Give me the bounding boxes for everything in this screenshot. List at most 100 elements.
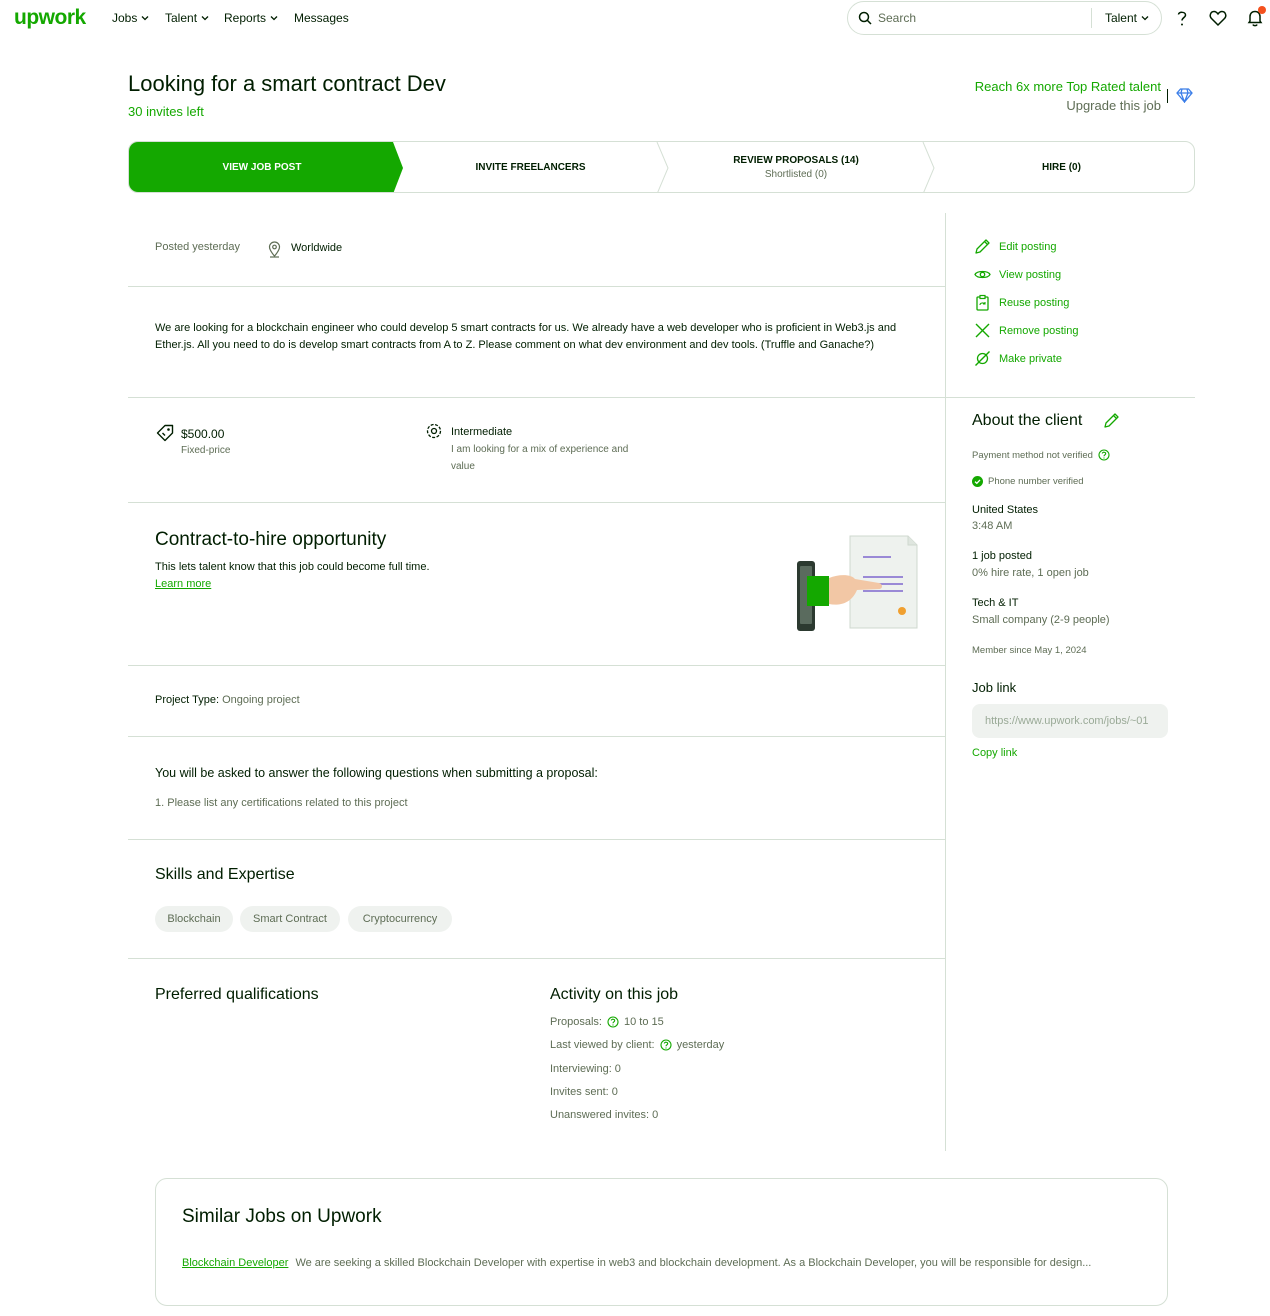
edit-posting-label: Edit posting (999, 240, 1057, 253)
job-link-title: Job link (972, 680, 1017, 695)
upwork-logo[interactable]: upwork (14, 6, 86, 30)
cth-title: Contract-to-hire opportunity (155, 529, 387, 550)
search-bar[interactable]: Search Talent (847, 1, 1162, 35)
search-type-select[interactable]: Talent (1092, 11, 1161, 25)
x-icon (975, 323, 990, 338)
column-divider (945, 213, 946, 1151)
edit-posting-link[interactable]: Edit posting (974, 238, 1056, 255)
activity-last-viewed: Last viewed by client: yesterday (550, 1039, 724, 1051)
skill-chip[interactable]: Cryptocurrency (348, 906, 452, 932)
job-steps-bar: VIEW JOB POST INVITE FREELANCERS REVIEW … (128, 141, 1195, 193)
help-circle-icon[interactable] (607, 1016, 619, 1028)
client-time: 3:48 AM (972, 520, 1013, 532)
view-posting-label: View posting (999, 268, 1062, 281)
nav-reports-label: Reports (224, 11, 267, 25)
activity-last-viewed-value: yesterday (676, 1039, 725, 1051)
upgrade-job-link[interactable]: Upgrade this job (1066, 98, 1161, 113)
similar-jobs-card: Similar Jobs on Upwork Blockchain Develo… (155, 1178, 1168, 1306)
make-private-label: Make private (999, 352, 1062, 365)
diamond-icon (1176, 88, 1193, 103)
experience-level-desc-2: value (451, 461, 475, 472)
nav-reports[interactable]: Reports (224, 11, 278, 25)
job-location: Worldwide (291, 242, 343, 254)
heart-icon[interactable] (1208, 8, 1228, 28)
section-divider (128, 502, 945, 503)
step-review-proposals[interactable]: REVIEW PROPOSALS (14) Shortlisted (0) (663, 142, 929, 192)
remove-posting-link[interactable]: Remove posting (974, 322, 1079, 339)
upsell-link[interactable]: Reach 6x more Top Rated talent (975, 79, 1161, 94)
upsell-divider (1167, 89, 1168, 103)
chevron-down-icon (270, 16, 278, 21)
reuse-icon (976, 294, 989, 311)
client-member-since: Member since May 1, 2024 (972, 645, 1087, 656)
chevron-down-icon (201, 16, 209, 21)
nav-jobs-label: Jobs (112, 11, 138, 25)
search-icon (858, 11, 872, 25)
step-review-proposals-sub: Shortlisted (0) (764, 169, 828, 180)
help-icon[interactable] (1172, 8, 1192, 28)
view-posting-link[interactable]: View posting (974, 266, 1061, 283)
nav-talent-label: Talent (165, 11, 198, 25)
similar-job-text: We are seeking a skilled Blockchain Deve… (295, 1257, 1092, 1269)
activity-invites-sent: Invites sent: 0 (550, 1086, 618, 1098)
job-price: $500.00 (181, 427, 225, 441)
skill-chip[interactable]: Blockchain (155, 906, 233, 932)
contract-illustration (797, 535, 918, 631)
skill-chip[interactable]: Smart Contract (240, 906, 340, 932)
client-jobs-posted: 1 job posted (972, 550, 1032, 562)
step-review-proposals-label: REVIEW PROPOSALS (14) (733, 155, 859, 166)
step-view-job-post-label: VIEW JOB POST (222, 162, 302, 173)
help-circle-icon[interactable] (1098, 449, 1110, 461)
step-invite-freelancers-label: INVITE FREELANCERS (475, 162, 586, 173)
payment-status: Payment method not verified (972, 449, 1110, 461)
similar-job-row: Blockchain Developer We are seeking a sk… (182, 1257, 1152, 1269)
help-circle-icon[interactable] (660, 1039, 672, 1051)
search-type-label: Talent (1104, 11, 1137, 25)
activity-proposals-value: 10 to 15 (623, 1016, 664, 1028)
phone-status: Phone number verified (972, 476, 1084, 487)
step-hire[interactable]: HIRE (0) (929, 142, 1194, 192)
job-link-field[interactable]: https://www.upwork.com/jobs/~01 (972, 704, 1168, 738)
eye-off-icon (975, 351, 990, 366)
nav-jobs[interactable]: Jobs (112, 11, 149, 25)
make-private-link[interactable]: Make private (974, 350, 1062, 367)
step-view-job-post[interactable]: VIEW JOB POST (129, 142, 403, 192)
activity-unanswered: Unanswered invites: 0 (550, 1109, 659, 1121)
verified-check-icon (972, 476, 983, 487)
copy-link-button[interactable]: Copy link (972, 747, 1017, 759)
step-invite-freelancers[interactable]: INVITE FREELANCERS (403, 142, 663, 192)
experience-level: Intermediate (451, 426, 513, 438)
reuse-posting-link[interactable]: Reuse posting (974, 294, 1069, 311)
activity-interviewing: Interviewing: 0 (550, 1063, 621, 1075)
sidebar-divider (945, 397, 1195, 398)
preferred-qualifications-title: Preferred qualifications (155, 986, 319, 1003)
section-divider (128, 286, 945, 287)
similar-jobs-title: Similar Jobs on Upwork (182, 1206, 382, 1227)
cth-description: This lets talent know that this job coul… (155, 561, 430, 573)
section-divider (128, 958, 945, 959)
nav-talent[interactable]: Talent (165, 11, 209, 25)
posted-date: Posted yesterday (155, 241, 240, 253)
skills-title: Skills and Expertise (155, 866, 295, 883)
activity-last-viewed-label: Last viewed by client: (550, 1039, 655, 1051)
activity-proposals-label: Proposals: (550, 1016, 602, 1028)
chevron-down-icon (1141, 16, 1149, 21)
project-type-label: Project Type: (155, 694, 219, 706)
project-type-value: Ongoing project (222, 694, 300, 706)
price-tag-icon (156, 424, 174, 442)
nav-messages[interactable]: Messages (294, 11, 349, 25)
price-type: Fixed-price (181, 445, 231, 456)
client-country: United States (972, 504, 1039, 516)
section-divider (128, 665, 945, 666)
pencil-icon[interactable] (1103, 412, 1120, 429)
learn-more-link[interactable]: Learn more (155, 578, 211, 590)
similar-job-link[interactable]: Blockchain Developer (182, 1257, 288, 1269)
project-type-row: Project Type: Ongoing project (155, 694, 300, 706)
remove-posting-label: Remove posting (999, 324, 1079, 337)
section-divider (128, 839, 945, 840)
step-hire-label: HIRE (0) (1042, 162, 1081, 173)
search-input[interactable]: Search (878, 11, 1091, 25)
reuse-posting-label: Reuse posting (999, 296, 1070, 309)
pencil-icon (975, 239, 990, 254)
location-pin-icon (268, 241, 281, 258)
